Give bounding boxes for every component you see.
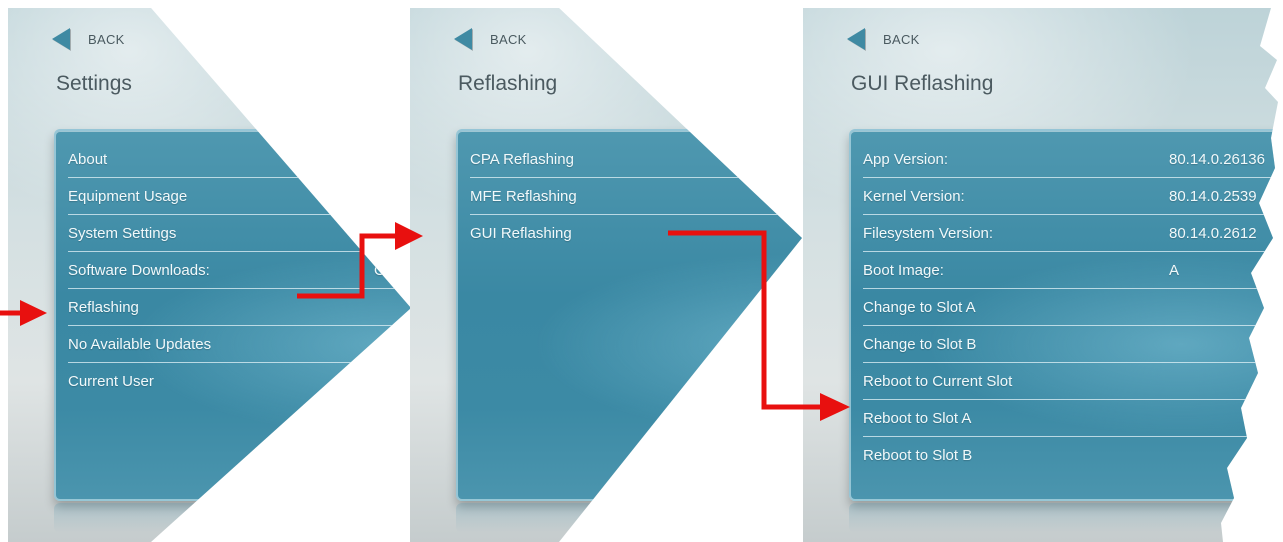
back-arrow-icon — [847, 28, 865, 50]
boot-image-value: A — [1169, 261, 1180, 279]
menu-item-current-user[interactable]: Current User — [68, 363, 411, 399]
menu-item-gui-reflashing[interactable]: GUI Reflashing — [470, 215, 802, 251]
settings-screen: BACK Settings About Equipment Usage Syst… — [8, 8, 411, 542]
menu-item-no-available-updates[interactable]: No Available Updates — [68, 326, 411, 363]
menu-item-label: Software Downloads: — [68, 261, 210, 279]
menu-item-label: CPA Reflashing — [470, 150, 574, 168]
reflashing-menu: CPA Reflashing MFE Reflashing GUI Reflas… — [456, 129, 802, 501]
back-button[interactable]: BACK — [847, 28, 920, 50]
info-filesystem-version: Filesystem Version: 80.14.0.2612 — [863, 215, 1278, 252]
gui-reflashing-menu: App Version: 80.14.0.26136 Kernel Version… — [849, 129, 1278, 501]
menu-item-mfe-reflashing[interactable]: MFE Reflashing — [470, 178, 802, 215]
info-label: Filesystem Version: — [863, 224, 994, 242]
back-label: BACK — [883, 31, 920, 47]
menu-item-label: Reboot to Current Slot — [863, 372, 1013, 390]
menu-item-reboot-slot-b[interactable]: Reboot to Slot B — [863, 437, 1278, 473]
kernel-version-value: 80.14.0.2539 — [1169, 187, 1257, 205]
menu-item-about[interactable]: About — [68, 141, 411, 178]
menu-item-label: Change to Slot B — [863, 335, 977, 353]
menu-reflection — [456, 503, 802, 533]
page-title: Reflashing — [458, 72, 558, 95]
menu-item-label: Equipment Usage — [68, 187, 188, 205]
page-title: Settings — [56, 72, 132, 95]
menu-item-label: Reboot to Slot B — [863, 446, 973, 464]
menu-item-label: Current User — [68, 372, 154, 390]
menu-item-system-settings[interactable]: System Settings — [68, 215, 411, 252]
info-boot-image: Boot Image: A — [863, 252, 1278, 289]
back-button[interactable]: BACK — [52, 28, 125, 50]
filesystem-version-value: 80.14.0.2612 — [1169, 224, 1257, 242]
menu-item-reflashing[interactable]: Reflashing — [68, 289, 411, 326]
info-app-version: App Version: 80.14.0.26136 — [863, 141, 1278, 178]
menu-reflection — [54, 503, 411, 533]
menu-reflection — [849, 503, 1278, 533]
settings-menu: About Equipment Usage System Settings So… — [54, 129, 411, 501]
menu-item-equipment-usage[interactable]: Equipment Usage — [68, 178, 411, 215]
menu-item-label: Reflashing — [68, 298, 139, 316]
menu-item-reboot-current-slot[interactable]: Reboot to Current Slot — [863, 363, 1278, 400]
menu-item-label: System Settings — [68, 224, 177, 242]
menu-item-label: Reboot to Slot A — [863, 409, 972, 427]
gui-reflashing-screen: BACK GUI Reflashing App Version: 80.14.0.… — [803, 8, 1278, 542]
info-label: Boot Image: — [863, 261, 944, 279]
info-label: Kernel Version: — [863, 187, 965, 205]
menu-item-label: GUI Reflashing — [470, 224, 572, 242]
back-button[interactable]: BACK — [454, 28, 527, 50]
menu-item-cpa-reflashing[interactable]: CPA Reflashing — [470, 141, 802, 178]
software-downloads-value: On — [374, 261, 395, 279]
menu-item-software-downloads[interactable]: Software Downloads: On — [68, 252, 411, 289]
back-arrow-icon — [52, 28, 70, 50]
back-arrow-icon — [454, 28, 472, 50]
info-label: App Version: — [863, 150, 949, 168]
app-version-value: 80.14.0.26136 — [1169, 150, 1265, 168]
back-label: BACK — [88, 31, 125, 47]
menu-item-reboot-slot-a[interactable]: Reboot to Slot A — [863, 400, 1278, 437]
page-title: GUI Reflashing — [851, 72, 994, 95]
info-kernel-version: Kernel Version: 80.14.0.2539 — [863, 178, 1278, 215]
menu-item-label: No Available Updates — [68, 335, 212, 353]
menu-item-label: About — [68, 150, 108, 168]
menu-item-change-to-slot-a[interactable]: Change to Slot A — [863, 289, 1278, 326]
menu-item-label: MFE Reflashing — [470, 187, 577, 205]
menu-item-label: Change to Slot A — [863, 298, 976, 316]
menu-item-change-to-slot-b[interactable]: Change to Slot B — [863, 326, 1278, 363]
back-label: BACK — [490, 31, 527, 47]
reflashing-screen: BACK Reflashing CPA Reflashing MFE Refla… — [410, 8, 802, 542]
